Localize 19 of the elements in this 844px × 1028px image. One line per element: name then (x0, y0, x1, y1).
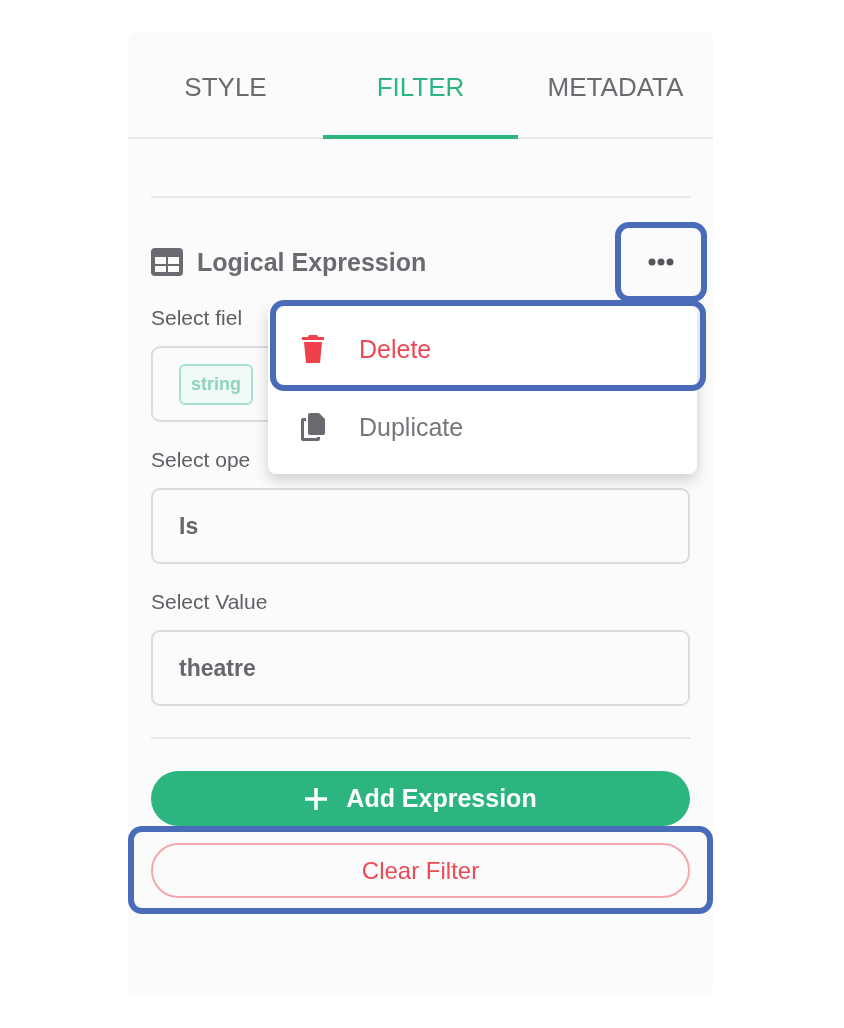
menu-item[interactable]: Duplicate (268, 388, 697, 466)
select-field[interactable]: theatre (151, 630, 690, 706)
field-label: Select fiel (151, 306, 244, 331)
trash-icon (301, 335, 325, 363)
tab[interactable]: FILTER (323, 32, 518, 139)
table-icon (151, 248, 183, 276)
tab[interactable]: STYLE (128, 32, 323, 139)
clear-filter-button[interactable]: Clear Filter (151, 843, 690, 898)
tab[interactable]: METADATA (518, 32, 713, 139)
add-expression-button[interactable]: Add Expression (151, 771, 690, 826)
plus-icon (304, 786, 329, 811)
field-label: Select ope (151, 448, 252, 473)
field-label: Select Value (151, 590, 269, 615)
type-tag: string (179, 363, 253, 405)
select-field[interactable]: Is (151, 488, 690, 564)
expression-title: Logical Expression (197, 247, 427, 277)
copy-icon (301, 413, 325, 441)
menu-item[interactable]: Delete (268, 310, 697, 388)
more-icon (648, 258, 674, 266)
